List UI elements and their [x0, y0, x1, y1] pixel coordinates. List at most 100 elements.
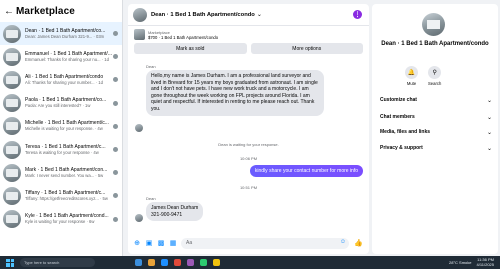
message-sender: Dean	[146, 196, 156, 201]
clock[interactable]: 11:36 PM 4/11/2025	[477, 257, 495, 267]
sender-avatar	[135, 124, 143, 132]
profile-avatar[interactable]	[422, 13, 445, 36]
back-arrow-icon[interactable]: ←	[4, 6, 16, 17]
chevron-down-icon: ⌄	[486, 146, 492, 152]
conversation-name: Emmanuel · 1 Bed 1 Bath Apartment/...	[25, 50, 112, 57]
section-label: Media, files and links	[380, 129, 431, 135]
chevron-down-icon: ⌄	[486, 130, 492, 136]
mute-action[interactable]: 🔔 Mute	[405, 66, 418, 86]
task-view-icon[interactable]	[135, 259, 142, 266]
conversation-text: Kyle · 1 Bed 1 Bath Apartment/cond... Kyl…	[25, 213, 117, 225]
section-label: Chat members	[380, 114, 415, 120]
taskbar-search-box[interactable]: Type here to search	[20, 258, 95, 267]
bell-icon[interactable]: 🔔	[405, 66, 418, 79]
profile-name: Dean · 1 Bed 1 Bath Apartment/condo	[381, 41, 489, 47]
conversation-snippet: Dean: James Dean Durham 321-9... · 03m	[25, 33, 105, 39]
message-input[interactable]: Aa ☺	[181, 237, 349, 249]
incoming-message: Hello,my name is James Durham. I am a pr…	[146, 70, 324, 116]
read-receipt-avatar	[113, 77, 118, 83]
conversation-snippet: Ali: Thanks for sharing your number... ·…	[25, 79, 103, 85]
sender-avatar	[135, 214, 143, 222]
timestamp: 10:51 PM	[239, 185, 258, 190]
conversation-avatar	[3, 163, 21, 182]
listing-price[interactable]: $700 · 1 Bed 1 Bath Apartment/condo	[148, 35, 218, 40]
file-explorer-icon[interactable]	[148, 259, 155, 266]
conversation-text: Emmanuel · 1 Bed 1 Bath Apartment/... Emm…	[25, 51, 117, 63]
conversation-text: Tiffany · 1 Bed 1 Bath Apartment/c... Tif…	[25, 190, 117, 202]
weather-text[interactable]: 28°C Smoke	[449, 260, 472, 265]
message-thread[interactable]: Dean Hello,my name is James Durham. I am…	[128, 64, 369, 232]
conversation-name: Teresa · 1 Bed 1 Bath Apartment/c...	[25, 143, 106, 150]
system-notice: Dean is waiting for your response.	[218, 142, 279, 147]
search-label: Search	[428, 81, 442, 86]
windows-start-icon[interactable]	[6, 258, 14, 267]
conversation-item[interactable]: Teresa · 1 Bed 1 Bath Apartment/c... Tere…	[0, 138, 122, 161]
like-icon[interactable]: 👍	[354, 239, 363, 247]
search-action[interactable]: ⚲ Search	[428, 66, 441, 86]
image-icon[interactable]: ▣	[145, 239, 153, 247]
conversation-snippet: Michelle is waiting for your response. ·…	[25, 126, 103, 132]
conversation-item[interactable]: Paola · 1 Bed 1 Bath Apartment/co... Paol…	[0, 92, 122, 115]
conversation-avatar	[3, 117, 21, 136]
conversation-item[interactable]: Dean · 1 Bed 1 Bath Apartment/co... Dean:…	[0, 22, 122, 46]
section-chat-members[interactable]: Chat members ⌄	[380, 114, 492, 121]
conversation-avatar	[3, 186, 21, 205]
conversation-item[interactable]: Tiffany · 1 Bed 1 Bath Apartment/c... Tif…	[0, 184, 122, 207]
message-sender: Dean	[146, 64, 156, 69]
emoji-icon[interactable]: ☺	[340, 239, 346, 245]
marketplace-listing-card: Marketplace $700 · 1 Bed 1 Bath Apartmen…	[128, 26, 369, 54]
conversation-item[interactable]: Mark · 1 Bed 1 Bath Apartment/con... Mark…	[0, 161, 122, 184]
chevron-down-icon[interactable]: ⌄	[257, 11, 262, 18]
read-receipt-avatar	[113, 100, 118, 106]
incoming-message: James Dean Durham 321-900-9471	[146, 202, 204, 222]
conversation-item[interactable]: Kyle · 1 Bed 1 Bath Apartment/cond... Kyl…	[0, 208, 122, 231]
conversation-avatar	[3, 140, 21, 159]
app-icon[interactable]	[200, 259, 207, 266]
chevron-down-icon: ⌄	[486, 115, 492, 121]
conversation-avatar	[3, 24, 21, 43]
conversation-item[interactable]: Ali · 1 Bed 1 Bath Apartment/condo Ali: T…	[0, 68, 122, 91]
mute-label: Mute	[406, 81, 417, 86]
read-receipt-avatar	[113, 31, 118, 36]
mark-as-sold-button[interactable]: Mark as sold	[134, 43, 247, 54]
more-options-icon[interactable]: ⋮	[353, 10, 362, 19]
conversation-avatar	[3, 210, 21, 229]
sidebar-header: ← Marketplace	[0, 0, 122, 22]
taskbar-apps	[135, 259, 220, 266]
app-icon[interactable]	[213, 259, 220, 266]
conversation-text: Ali · 1 Bed 1 Bath Apartment/condo Ali: T…	[25, 74, 117, 86]
conversation-name: Mark · 1 Bed 1 Bath Apartment/con...	[25, 166, 108, 173]
chat-header[interactable]: Dean · 1 Bed 1 Bath Apartment/condo ⌄ ⋮	[128, 4, 369, 26]
section-customize-chat[interactable]: Customize chat ⌄	[380, 97, 492, 104]
gif-icon[interactable]: ▦	[169, 239, 177, 247]
conversation-snippet: Kyle is waiting for your response · 6w	[25, 219, 95, 225]
more-options-button[interactable]: More options	[250, 43, 363, 54]
read-receipt-avatar	[113, 146, 118, 152]
chat-panel: Dean · 1 Bed 1 Bath Apartment/condo ⌄ ⋮ …	[128, 4, 369, 254]
conversation-item[interactable]: Michelle · 1 Bed 1 Bath Apartment/c... Mi…	[0, 115, 122, 138]
chevron-down-icon: ⌄	[486, 98, 492, 104]
section-privacy-support[interactable]: Privacy & support ⌄	[380, 145, 492, 152]
sidebar-title: Marketplace	[16, 5, 75, 17]
system-tray: 28°C Smoke 11:36 PM 4/11/2025	[449, 257, 494, 267]
taskbar-search-placeholder: Type here to search	[24, 260, 60, 265]
search-icon[interactable]: ⚲	[428, 66, 442, 79]
chrome-icon[interactable]	[174, 259, 181, 266]
messenger-window: ← Marketplace Dean · 1 Bed 1 Bath Apartm…	[0, 0, 500, 256]
section-media-files-links[interactable]: Media, files and links ⌄	[380, 129, 492, 136]
app-icon[interactable]	[187, 259, 194, 266]
conversation-text: Mark · 1 Bed 1 Bath Apartment/con... Mark…	[25, 167, 117, 179]
chat-title: Dean · 1 Bed 1 Bath Apartment/condo	[151, 11, 255, 18]
conversation-item[interactable]: Emmanuel · 1 Bed 1 Bath Apartment/... Emm…	[0, 45, 122, 68]
conversation-details-panel: Dean · 1 Bed 1 Bath Apartment/condo 🔔 Mu…	[372, 4, 498, 254]
conversation-snippet: Emmanuel: Thanks for sharing your nu... …	[25, 56, 109, 62]
message-input-placeholder: Aa	[186, 240, 193, 246]
sticker-icon[interactable]: ▩	[157, 239, 165, 247]
read-receipt-avatar	[113, 54, 118, 60]
edge-icon[interactable]	[161, 259, 168, 266]
plus-icon[interactable]: ⊕	[133, 239, 141, 247]
conversation-name: Dean · 1 Bed 1 Bath Apartment/co...	[25, 27, 106, 34]
listing-thumbnail[interactable]	[134, 29, 145, 40]
timestamp: 10:06 PM	[239, 156, 258, 161]
conversation-avatar	[3, 70, 21, 89]
